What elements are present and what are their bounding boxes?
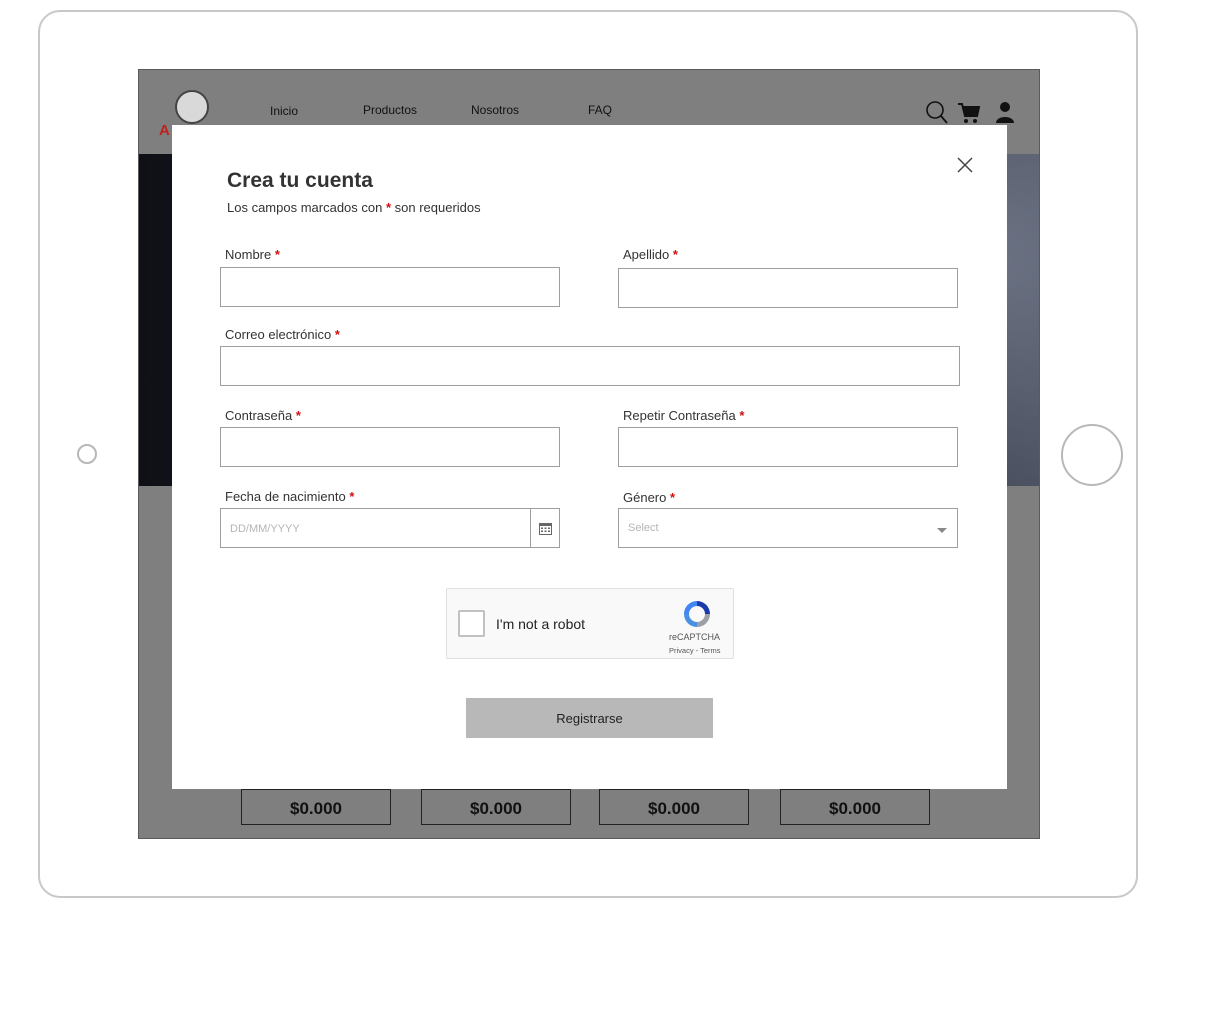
product-price: $0.000 [241, 789, 391, 825]
user-icon[interactable] [993, 100, 1017, 126]
nombre-label-text: Nombre [225, 247, 272, 262]
required-mark: * [349, 489, 355, 504]
fecha-label: Fecha de nacimiento * [225, 489, 354, 504]
genero-label-text: Género [623, 490, 667, 505]
required-mark: * [274, 247, 280, 262]
product-price: $0.000 [780, 789, 930, 825]
recaptcha-terms-link[interactable]: Privacy - Terms [669, 646, 721, 655]
recaptcha-brand: reCAPTCHA [669, 632, 721, 642]
required-mark: * [670, 490, 676, 505]
cart-icon[interactable] [957, 100, 981, 126]
correo-label: Correo electrónico * [225, 327, 340, 342]
password-input[interactable] [220, 427, 560, 467]
modal-title: Crea tu cuenta [227, 169, 373, 192]
gender-select-value: Select [628, 522, 659, 534]
apellido-label-text: Apellido [623, 247, 670, 262]
chevron-down-icon [937, 528, 947, 533]
nav-link-inicio[interactable]: Inicio [270, 104, 298, 118]
calendar-icon[interactable] [530, 508, 560, 548]
logo-mascot [175, 90, 209, 124]
required-mark: * [295, 408, 301, 423]
email-input[interactable] [220, 346, 960, 386]
birthdate-input[interactable] [220, 508, 531, 548]
apellido-label: Apellido * [623, 247, 678, 262]
subtitle-text: Los campos marcados con [227, 200, 386, 215]
nombre-label: Nombre * [225, 247, 280, 262]
subtitle-text: son requeridos [391, 200, 481, 215]
correo-label-text: Correo electrónico [225, 327, 332, 342]
genero-label: Género * [623, 490, 675, 505]
nav-link-nosotros[interactable]: Nosotros [471, 103, 519, 117]
register-button[interactable]: Registrarse [466, 698, 713, 738]
camera-dot [77, 444, 97, 464]
gender-select[interactable]: Select [618, 508, 958, 548]
contrasena-label: Contraseña * [225, 408, 301, 423]
product-price: $0.000 [421, 789, 571, 825]
search-icon[interactable] [925, 100, 949, 126]
apellido-input[interactable] [618, 268, 958, 308]
repetir-label-text: Repetir Contraseña [623, 408, 736, 423]
nav-link-faq[interactable]: FAQ [588, 103, 612, 117]
repeat-password-input[interactable] [618, 427, 958, 467]
recaptcha-checkbox[interactable] [458, 610, 485, 637]
home-button[interactable] [1061, 424, 1123, 486]
recaptcha-widget: I'm not a robot reCAPTCHA Privacy - Term… [446, 588, 734, 659]
recaptcha-label: I'm not a robot [496, 616, 586, 632]
fecha-label-text: Fecha de nacimiento [225, 489, 346, 504]
nav-link-productos[interactable]: Productos [363, 103, 417, 117]
required-mark: * [739, 408, 745, 423]
recaptcha-logo-icon [681, 598, 713, 630]
required-mark: * [672, 247, 678, 262]
repetir-label: Repetir Contraseña * [623, 408, 744, 423]
nombre-input[interactable] [220, 267, 560, 307]
logo-text: A [159, 122, 170, 139]
modal-subtitle: Los campos marcados con * son requeridos [227, 200, 481, 215]
required-mark: * [334, 327, 340, 342]
close-icon[interactable] [955, 155, 975, 175]
product-price: $0.000 [599, 789, 749, 825]
contrasena-label-text: Contraseña [225, 408, 293, 423]
register-modal: Crea tu cuenta Los campos marcados con *… [172, 125, 1007, 789]
